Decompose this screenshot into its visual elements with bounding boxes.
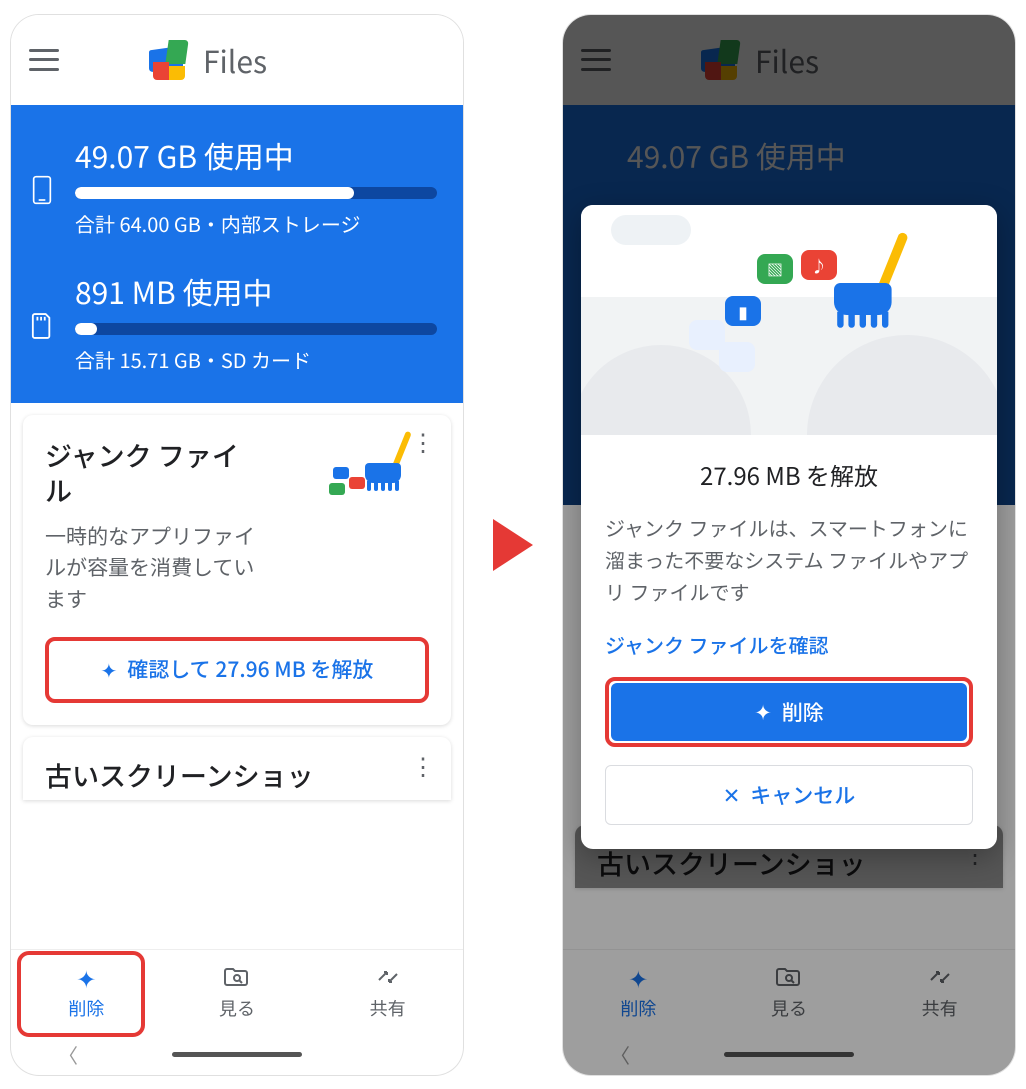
image-chip-icon: ▧ <box>757 254 793 284</box>
sd-storage-block[interactable]: 891 MB 使用中 合計 15.71 GB・SD カード <box>31 269 437 375</box>
junk-illustration-icon <box>329 437 419 507</box>
free-up-button[interactable]: ✦ 確認して 27.96 MB を解放 <box>45 637 429 702</box>
share-icon <box>375 963 401 991</box>
home-pill[interactable] <box>172 1052 302 1057</box>
delete-button[interactable]: ✦ 削除 <box>611 683 967 741</box>
app-title: Files <box>203 38 267 82</box>
back-icon[interactable]: 〈 <box>58 1040 78 1069</box>
delete-button-label: 削除 <box>782 697 824 727</box>
nav-share-label: 共有 <box>370 995 406 1021</box>
sd-card-icon <box>31 311 59 375</box>
nav-share[interactable]: 共有 <box>312 950 463 1035</box>
sd-progress <box>75 323 437 335</box>
nav-clean[interactable]: ✦ 削除 <box>11 950 162 1035</box>
old-screenshots-title: 古いスクリーンショッ <box>45 757 429 792</box>
free-up-label: 確認して 27.96 MB を解放 <box>127 655 373 684</box>
sparkle-icon: ✦ <box>754 697 772 727</box>
cancel-button[interactable]: ✕ キャンセル <box>605 765 973 825</box>
arrow-right-icon <box>493 519 533 571</box>
nav-browse[interactable]: 見る <box>162 950 313 1035</box>
hamburger-icon[interactable] <box>29 49 59 71</box>
sparkle-icon: ✦ <box>101 656 118 684</box>
old-screenshots-card: ⋮ 古いスクリーンショッ <box>23 737 451 800</box>
files-logo-icon <box>149 36 189 84</box>
sparkle-icon: ✦ <box>76 963 96 991</box>
delete-button-highlight: ✦ 削除 <box>605 677 973 747</box>
sd-detail: 合計 15.71 GB・SD カード <box>75 345 437 375</box>
cancel-button-label: キャンセル <box>750 780 855 810</box>
music-chip-icon: ♪ <box>801 250 837 280</box>
internal-detail: 合計 64.00 GB・内部ストレージ <box>75 209 437 239</box>
review-junk-link[interactable]: ジャンク ファイルを確認 <box>605 630 973 659</box>
internal-progress <box>75 187 437 199</box>
broom-icon <box>834 235 914 315</box>
phone-icon <box>31 175 59 239</box>
phone-screen-left: Files 49.07 GB 使用中 合計 64.00 GB・内部ストレージ <box>11 15 463 1075</box>
close-icon: ✕ <box>723 780 741 810</box>
nav-clean-label: 削除 <box>68 995 104 1021</box>
folder-search-icon <box>223 963 251 991</box>
phone-screen-right: Files 49.07 GB 使用中 ⋮ 古いスクリーンショッ ✦ 削除 <box>563 15 1015 1075</box>
internal-used-label: 49.07 GB 使用中 <box>75 133 437 177</box>
storage-summary: 49.07 GB 使用中 合計 64.00 GB・内部ストレージ 891 MB … <box>11 105 463 403</box>
card-menu-icon[interactable]: ⋮ <box>411 759 435 771</box>
junk-files-card: ⋮ ジャンク ファイル 一時的なアプリファイルが容量を消費しています ✦ 確認し… <box>23 415 451 725</box>
dialog-hero-illustration: ▧ ♪ ▮ <box>581 205 997 435</box>
dialog-title: 27.96 MB を解放 <box>605 457 973 492</box>
free-up-dialog: ▧ ♪ ▮ 27.96 MB を解放 ジャンク ファイルは、スマートフォンに溜ま… <box>581 205 997 849</box>
ghost-chip-icon <box>719 342 755 372</box>
junk-card-title: ジャンク ファイル <box>45 437 255 507</box>
dialog-description: ジャンク ファイルは、スマートフォンに溜まった不要なシステム ファイルやアプリ … <box>605 512 973 608</box>
folder-chip-icon: ▮ <box>725 296 761 326</box>
bottom-nav: ✦ 削除 見る 共有 <box>11 949 463 1035</box>
junk-card-desc: 一時的なアプリファイルが容量を消費しています <box>45 521 275 616</box>
sd-used-label: 891 MB 使用中 <box>75 269 437 313</box>
system-nav-bar: 〈 <box>11 1035 463 1075</box>
internal-storage-block[interactable]: 49.07 GB 使用中 合計 64.00 GB・内部ストレージ <box>31 133 437 239</box>
app-header: Files <box>11 15 463 105</box>
nav-browse-label: 見る <box>219 995 255 1021</box>
